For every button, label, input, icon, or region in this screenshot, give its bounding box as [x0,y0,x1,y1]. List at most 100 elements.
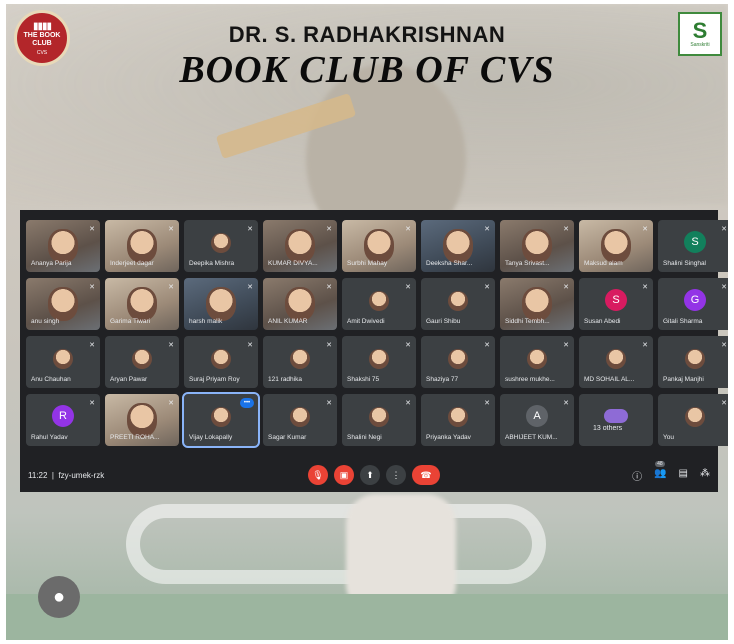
participant-name: Gauri Shibu [426,318,461,325]
mic-muted-icon: ✕ [168,400,174,407]
people-count: 48 [655,461,665,467]
participant-tile[interactable]: ✕ anu singh [26,278,100,330]
participant-name: Garima Tiwari [110,318,151,325]
participant-face [285,287,315,321]
participant-tile[interactable]: ✕ Anu Chauhan [26,336,100,388]
mic-muted-icon: ✕ [721,284,727,291]
participant-avatar: A [526,404,548,427]
participant-tile[interactable]: A ✕ ABHIJEET KUM... [500,394,574,446]
participant-name: Deepika Mishra [189,260,235,267]
participant-tile[interactable]: ✕ You [658,394,728,446]
participant-tile[interactable]: ✕ Shakshi 75 [342,336,416,388]
participant-tile[interactable]: ✕ Pankaj Manjhi [658,336,728,388]
participant-name: Shalini Singhal [663,260,707,267]
camera-off-icon: ▣ [339,469,349,480]
mic-muted-icon: ✕ [168,226,174,233]
participant-tile[interactable]: S ✕ Susan Abedi [579,278,653,330]
participant-face [369,348,389,369]
meet-control-bar: 11:22 | fzy-umek-rzk 🎙 ▣ ⬆ ⋮ ☎ ⓘ 48 👥 ▤ ⁂ [20,460,718,492]
phone-hangup-icon: ☎ [420,469,432,480]
chat-icon[interactable]: ▤ [679,468,688,483]
participant-tile[interactable]: ✕ KUMAR DIVYA... [263,220,337,272]
mic-off-button[interactable]: 🎙 [308,465,328,485]
participant-tile[interactable]: ✕ Garima Tiwari [105,278,179,330]
participant-name: anu singh [31,318,60,325]
participant-tile[interactable]: ✕ 121 radhika [263,336,337,388]
participant-tile[interactable]: ✕ sushree mukhe... [500,336,574,388]
participant-tile[interactable]: ✕ ANIL KUMAR [263,278,337,330]
participant-tile[interactable]: ✕ Siddhi Tembh... [500,278,574,330]
participant-face [448,290,468,311]
participant-name: Sagar Kumar [268,434,307,441]
title-line-2: BOOK CLUB OF CVS [179,49,555,91]
participant-tile[interactable]: 13 others [579,394,653,446]
mic-muted-icon: ✕ [721,342,727,349]
participant-face [48,287,78,321]
participant-tile[interactable]: ✕ Gauri Shibu [421,278,495,330]
title-line-1: DR. S. RADHAKRISHNAN [228,22,506,47]
participant-tile[interactable]: ✕ Suraj Priyam Roy [184,336,258,388]
separator: | [49,471,57,480]
participant-face [206,287,236,321]
participant-tile[interactable]: ✕ Amit Dwivedi [342,278,416,330]
participant-tile[interactable]: ✕ Tanya Srivast... [500,220,574,272]
present-icon: ⬆ [366,469,374,480]
participant-tile[interactable]: ✕ Surbhi Mahay [342,220,416,272]
participant-name: Maksud alam [584,260,623,267]
people-button[interactable]: 48 👥 [654,461,667,483]
participant-tile[interactable]: ••• Vijay Lokapally [182,392,260,448]
participant-grid: ✕ Ananya Parija ✕ Inderjeet dagar ✕ Deepika M… [26,220,728,448]
participant-tile[interactable]: ✕ Inderjeet dagar [105,220,179,272]
mic-muted-icon: ✕ [484,342,490,349]
background-photo: ▮▮▮▮ THE BOOK CLUB CVS S Sanskriti DR. S… [6,4,728,640]
mic-muted-icon: ✕ [405,226,411,233]
present-button[interactable]: ⬆ [360,465,380,485]
participant-tile[interactable]: ✕ Shaziya 77 [421,336,495,388]
mic-muted-icon: ✕ [247,284,253,291]
pitch-grass [6,594,728,640]
mic-muted-icon: ✕ [563,284,569,291]
participant-tile[interactable]: ✕ Ananya Parija [26,220,100,272]
participant-name: Suraj Priyam Roy [189,376,240,383]
meet-window: ✕ Ananya Parija ✕ Inderjeet dagar ✕ Deepika M… [20,210,728,492]
participant-name: Aryan Pawar [110,376,148,383]
call-controls: 🎙 ▣ ⬆ ⋮ ☎ [308,465,440,485]
participant-tile[interactable]: G ✕ Gitali Sharma [658,278,728,330]
participant-tile[interactable]: ✕ Priyanka Yadav [421,394,495,446]
mic-muted-icon: ✕ [642,284,648,291]
participant-tile[interactable]: ✕ Deeksha Shar... [421,220,495,272]
clock-time: 11:22 [28,471,48,480]
participant-tile[interactable]: R ✕ Rahul Yadav [26,394,100,446]
sponsor-logo-shape [126,504,546,584]
participant-tile[interactable]: S ✕ Shalini Singhal [658,220,728,272]
participant-tile[interactable]: ✕ Aryan Pawar [105,336,179,388]
participant-face [443,229,473,263]
mic-muted-icon: ✕ [563,400,569,407]
activities-icon[interactable]: ⁂ [700,468,710,483]
participant-tile[interactable]: ✕ Sagar Kumar [263,394,337,446]
more-vert-icon: ⋮ [391,469,401,480]
participant-name: Surbhi Mahay [347,260,388,267]
participant-tile[interactable]: ✕ MD SOHAIL AL... [579,336,653,388]
participant-face [285,229,315,263]
participant-name: Priyanka Yadav [426,434,471,441]
user-account-button[interactable]: ● [38,576,80,618]
participant-tile[interactable]: ✕ Shalini Negi [342,394,416,446]
participant-name: Tanya Srivast... [505,260,550,267]
participant-avatar: S [605,288,627,311]
participant-tile[interactable]: ✕ PREETI ROHA... [105,394,179,446]
participant-tile[interactable]: ✕ Maksud alam [579,220,653,272]
participant-tile[interactable]: ✕ Deepika Mishra [184,220,258,272]
camera-off-button[interactable]: ▣ [334,465,354,485]
participant-tile[interactable]: ✕ harsh malik [184,278,258,330]
end-call-button[interactable]: ☎ [412,465,440,485]
info-icon[interactable]: ⓘ [632,468,642,483]
participant-face [601,229,631,263]
participant-avatar: S [684,230,706,253]
participant-avatar: R [52,404,74,427]
more-options-button[interactable]: ⋮ [386,465,406,485]
participant-face [290,348,310,369]
participant-name: sushree mukhe... [505,376,555,383]
participant-face [685,406,705,427]
participant-face [127,403,157,437]
